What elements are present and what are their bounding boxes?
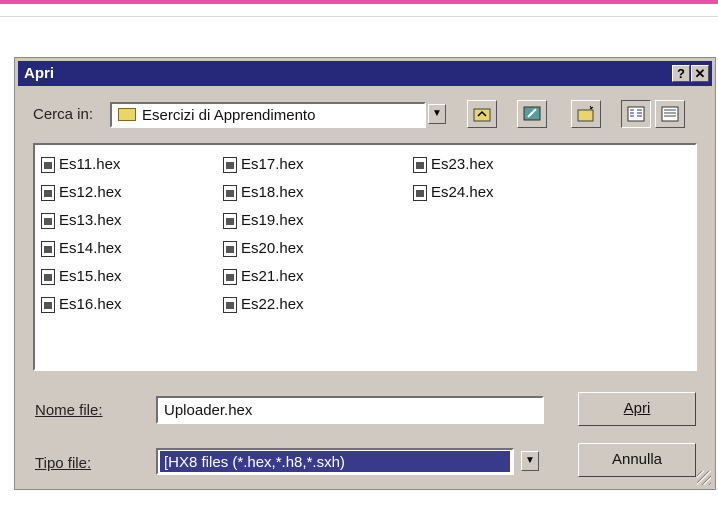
open-file-dialog: Apri ? ✕ Cerca in: Esercizi di Apprendim… [14,57,716,490]
hex-file-icon [41,241,55,257]
lookin-combo[interactable]: Esercizi di Apprendimento [110,102,426,128]
hex-file-icon [41,185,55,201]
filename-input[interactable]: Uploader.hex [156,396,544,424]
details-view-icon [661,106,679,122]
lookin-label: Cerca in: [33,106,94,123]
hex-file-icon [223,157,237,173]
hex-file-icon [41,157,55,173]
details-view-button[interactable] [655,100,685,128]
new-folder-icon [577,105,594,122]
list-view-button[interactable] [621,100,651,128]
hex-file-icon [41,269,55,285]
filetype-dropdown-button[interactable]: ▼ [521,451,539,471]
up-folder-icon [473,108,491,122]
open-button-label: Apri [623,400,651,417]
top-accent-strip [0,0,718,4]
desktop-button[interactable] [517,100,547,128]
list-view-icon [627,106,645,122]
filetype-value: [HX8 files (*.hex,*.h8,*.sxh) [164,454,345,471]
help-button[interactable]: ? [672,65,690,82]
filetype-combo[interactable]: [HX8 files (*.hex,*.h8,*.sxh) [156,448,514,475]
hex-file-icon [413,157,427,173]
dialog-title: Apri [24,65,54,82]
close-button[interactable]: ✕ [691,65,709,82]
title-bar: Apri ? ✕ [18,61,712,86]
hex-file-icon [413,185,427,201]
hex-file-icon [223,241,237,257]
lookin-dropdown-button[interactable]: ▼ [428,104,446,124]
hex-file-icon [41,213,55,229]
up-folder-button[interactable] [467,100,497,128]
hex-file-icon [41,297,55,313]
desktop-icon [523,106,541,121]
new-folder-button[interactable] [571,100,601,128]
filename-label: Nome file: [35,402,103,419]
folder-icon [118,108,136,121]
hex-file-icon [223,185,237,201]
filetype-label: Tipo file: [35,455,92,472]
lookin-value: Esercizi di Apprendimento [142,107,316,124]
open-button[interactable]: Apri [578,392,696,426]
hex-file-icon [223,269,237,285]
filename-value: Uploader.hex [164,402,253,419]
hex-file-icon [223,213,237,229]
resize-grip[interactable] [697,471,711,485]
hex-file-icon [223,297,237,313]
cancel-button[interactable]: Annulla [578,443,696,477]
top-divider [0,16,718,17]
file-list[interactable]: Es11.hex Es12.hex Es13.hex Es14.hex Es15… [33,143,697,371]
